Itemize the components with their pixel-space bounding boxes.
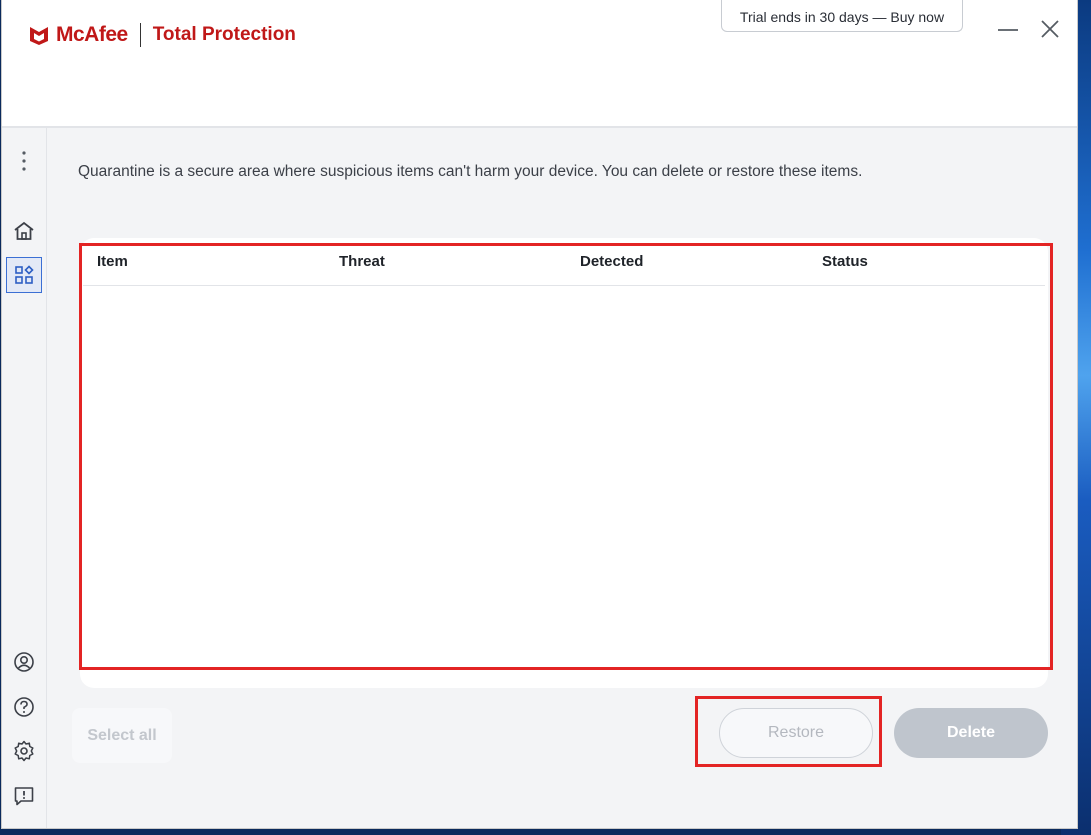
user-circle-icon <box>14 652 34 672</box>
column-header-threat[interactable]: Threat <box>339 253 385 270</box>
sidebar-item-account[interactable] <box>6 644 42 680</box>
sidebar-item-feedback[interactable] <box>6 778 42 814</box>
close-icon[interactable] <box>1038 17 1062 41</box>
apps-grid-icon <box>15 265 34 284</box>
quarantine-table: Item Threat Detected Status <box>80 238 1048 688</box>
sidebar <box>2 128 47 828</box>
column-header-status[interactable]: Status <box>822 253 868 270</box>
minimize-icon[interactable] <box>996 17 1020 41</box>
sidebar-item-settings[interactable] <box>6 733 42 769</box>
quarantine-description: Quarantine is a secure area where suspic… <box>78 163 863 180</box>
brand-name: McAfee <box>56 23 128 46</box>
trial-buy-now-button[interactable]: Trial ends in 30 days — Buy now <box>721 0 963 32</box>
column-header-detected[interactable]: Detected <box>580 253 643 270</box>
home-icon <box>14 221 34 240</box>
gear-icon <box>14 740 34 762</box>
quarantine-panel: Quarantine is a secure area where suspic… <box>47 128 1077 828</box>
delete-button[interactable]: Delete <box>894 708 1048 758</box>
select-all-button[interactable]: Select all <box>72 708 172 763</box>
table-header: Item Threat Detected Status <box>83 241 1045 286</box>
question-circle-icon <box>14 697 34 717</box>
feedback-icon <box>14 787 34 806</box>
app-window: McAfee Total Protection Trial ends in 30… <box>2 0 1077 828</box>
mcafee-shield-icon <box>30 27 48 45</box>
title-bar: McAfee Total Protection Trial ends in 30… <box>2 0 1077 128</box>
sidebar-item-home[interactable] <box>6 213 42 249</box>
brand-divider <box>139 23 141 47</box>
product-name: Total Protection <box>152 24 296 45</box>
sidebar-item-more[interactable] <box>6 143 42 179</box>
brand: McAfee Total Protection <box>28 20 296 50</box>
sidebar-item-help[interactable] <box>6 689 42 725</box>
sidebar-item-my-protection[interactable] <box>6 257 42 293</box>
vertical-dots-icon <box>22 151 26 171</box>
table-body <box>83 286 1045 666</box>
restore-button[interactable]: Restore <box>719 708 873 758</box>
column-header-item[interactable]: Item <box>97 253 128 270</box>
